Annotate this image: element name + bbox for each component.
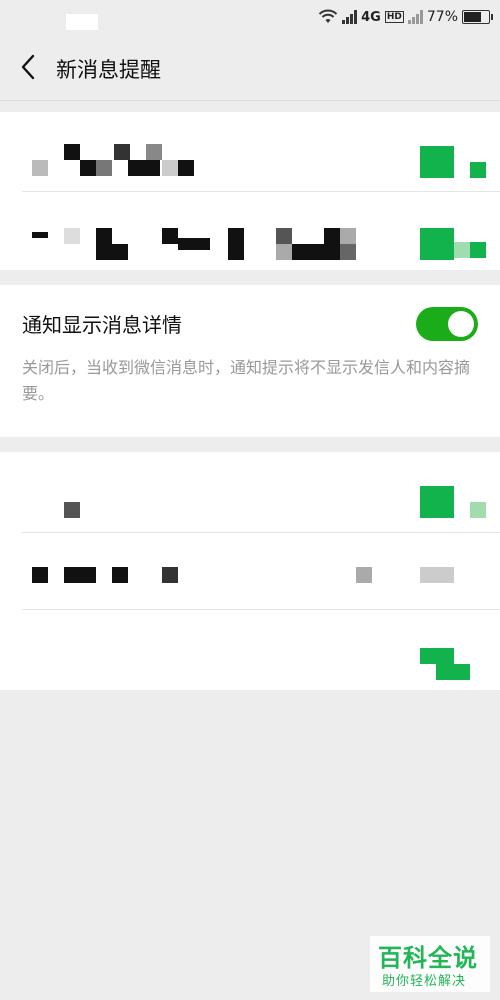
redacted-pixel — [340, 228, 356, 244]
notification-details-setting: 通知显示消息详情 关闭后，当收到微信消息时，通知提示将不显示发信人和内容摘要。 — [0, 285, 500, 437]
redacted-pixel — [32, 232, 48, 238]
redacted-pixel — [162, 228, 178, 244]
redacted-pixel — [228, 228, 244, 260]
watermark-subtitle: 助你轻松解决 — [382, 974, 467, 989]
battery-icon — [462, 10, 493, 24]
redacted-pixel — [324, 228, 340, 244]
redacted-pixel — [178, 238, 210, 250]
signal-strength-secondary-icon — [407, 10, 423, 24]
redacted-pixel — [276, 244, 292, 260]
redacted-pixel — [292, 244, 308, 260]
toggle-knob — [448, 311, 474, 337]
notification-details-toggle[interactable] — [416, 307, 478, 341]
redacted-pixel — [64, 144, 80, 160]
network-type: 4G — [361, 9, 381, 25]
header-bar: 新消息提醒 — [0, 36, 500, 100]
redacted-pixel — [276, 228, 292, 244]
redacted-pixel — [64, 502, 80, 518]
settings-row-redacted[interactable] — [0, 610, 500, 690]
redacted-pixel — [146, 144, 162, 160]
redacted-pixel — [178, 160, 194, 176]
redacted-toggle-green — [470, 242, 486, 258]
hd-badge: HD — [384, 11, 404, 23]
settings-group-redacted-2 — [0, 452, 500, 690]
redacted-pixel — [64, 228, 80, 244]
redacted-toggle-green — [420, 228, 454, 260]
redacted-toggle-green — [454, 242, 470, 258]
redacted-pixel — [114, 144, 130, 160]
redacted-toggle-green — [470, 502, 486, 518]
redacted-toggle-green — [420, 648, 454, 664]
header-divider — [0, 100, 500, 101]
redacted-toggle-green — [436, 664, 470, 680]
redacted-pixel — [112, 244, 128, 260]
settings-row-redacted[interactable] — [0, 192, 500, 270]
settings-row-redacted[interactable] — [0, 533, 500, 609]
redacted-pixel — [112, 567, 128, 583]
redacted-toggle-green — [420, 146, 454, 178]
redacted-toggle-green — [470, 162, 486, 178]
signal-strength-icon — [342, 10, 358, 24]
redacted-pixel — [64, 567, 96, 583]
redacted-pixel — [340, 244, 356, 260]
redacted-pixel — [96, 228, 112, 260]
redacted-pixel — [308, 244, 340, 260]
redacted-pixel — [356, 567, 372, 583]
redacted-pixel — [96, 160, 112, 176]
watermark-title: 百科全说 — [378, 944, 478, 972]
redacted-pixel — [128, 160, 160, 176]
watermark-logo: 百科全说 助你轻松解决 — [370, 936, 490, 992]
status-bar: 4G HD 77% — [0, 0, 500, 36]
notification-details-description: 关闭后，当收到微信消息时，通知提示将不显示发信人和内容摘要。 — [22, 358, 471, 403]
notification-details-label: 通知显示消息详情 — [22, 313, 182, 337]
redacted-pixel — [32, 567, 48, 583]
settings-group-redacted-1 — [0, 112, 500, 270]
redacted-toggle-green — [420, 486, 454, 518]
battery-percentage: 77% — [426, 9, 458, 25]
settings-row-redacted[interactable] — [0, 112, 500, 191]
redacted-pixel — [162, 567, 178, 583]
redacted-toggle-grey — [420, 567, 454, 583]
status-indicators: 4G HD 77% — [318, 6, 493, 28]
chevron-left-icon[interactable] — [14, 52, 44, 82]
status-notification-placeholder — [66, 14, 98, 30]
redacted-pixel — [80, 160, 96, 176]
redacted-pixel — [162, 160, 178, 176]
redacted-pixel — [32, 160, 48, 176]
wifi-icon — [318, 9, 338, 23]
settings-row-redacted[interactable] — [0, 452, 500, 532]
page-title: 新消息提醒 — [56, 58, 161, 82]
